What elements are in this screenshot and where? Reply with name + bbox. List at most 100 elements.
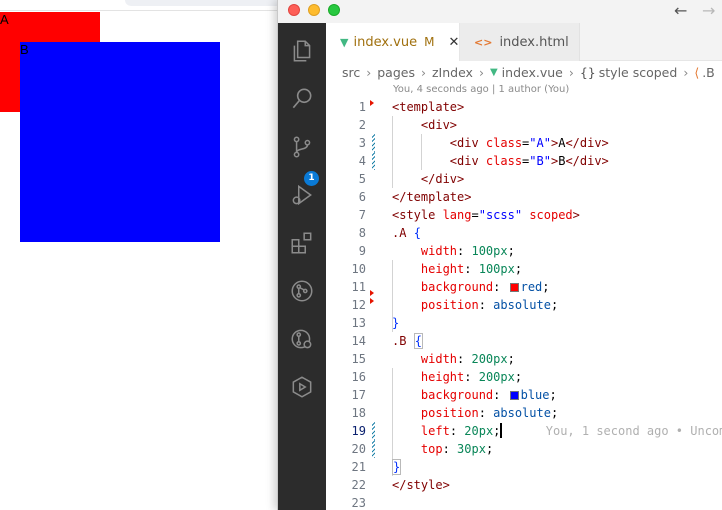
color-swatch[interactable]: [509, 283, 519, 292]
chevron-right-icon: ›: [683, 64, 689, 80]
line-number: 11: [351, 280, 366, 294]
modified-lines-marker[interactable]: [372, 440, 375, 458]
title-bar: ← →: [278, 0, 722, 23]
code-line[interactable]: 2 <div>: [326, 116, 722, 134]
source-control-icon[interactable]: [288, 133, 316, 161]
code-token: position: [420, 298, 479, 312]
code-line[interactable]: 18 position: absolute;: [326, 404, 722, 422]
code-text: </style>: [392, 476, 450, 494]
line-number: 3: [358, 136, 366, 150]
line-number: 5: [358, 172, 366, 186]
code-line[interactable]: 10 height: 100px;: [326, 260, 722, 278]
code-token: ;: [507, 352, 515, 366]
color-swatch[interactable]: [509, 391, 519, 400]
tab-index-vue[interactable]: ▼ index.vue M ✕: [326, 23, 460, 61]
extensions-icon[interactable]: [288, 229, 316, 257]
code-token: ;: [514, 370, 523, 384]
deleted-lines-marker[interactable]: [370, 298, 374, 304]
code-line[interactable]: 11 background: red;: [326, 278, 722, 296]
files-icon[interactable]: [288, 37, 316, 65]
code-line[interactable]: 20 top: 30px;: [326, 440, 722, 458]
code-token: width: [420, 244, 458, 258]
code-token: {: [413, 226, 421, 240]
close-icon[interactable]: ✕: [448, 35, 459, 50]
modified-lines-marker[interactable]: [372, 422, 375, 440]
code-text: height: 200px;: [392, 368, 522, 386]
code-line[interactable]: 1 <template>: [326, 98, 722, 116]
code-line[interactable]: 14 .B {: [326, 332, 722, 350]
code-token: :: [493, 280, 508, 294]
code-token: :: [457, 352, 472, 366]
code-text: .B {: [392, 332, 423, 350]
line-number: 4: [358, 154, 366, 168]
code-token: <div: [449, 154, 486, 168]
code-line[interactable]: 5 </div>: [326, 170, 722, 188]
window-maximize-button[interactable]: [328, 4, 340, 16]
code-token: :: [464, 370, 479, 384]
run-debug-icon[interactable]: [288, 181, 316, 209]
code-line[interactable]: 21}: [326, 458, 722, 476]
editor-tabs: ▼ index.vue M ✕ <> index.html: [326, 23, 722, 61]
modified-lines-marker[interactable]: [372, 152, 375, 170]
code-line[interactable]: 16 height: 200px;: [326, 368, 722, 386]
code-text: top: 30px;: [392, 440, 493, 458]
code-line[interactable]: 23: [326, 494, 722, 510]
code-line[interactable]: 7 <style lang="scss" scoped>: [326, 206, 722, 224]
code-text: background: red;: [392, 278, 550, 296]
code-line[interactable]: 6 </template>: [326, 188, 722, 206]
code-line[interactable]: 4 <div class="B">B</div>: [326, 152, 722, 170]
code-line[interactable]: 3 <div class="A">A</div>: [326, 134, 722, 152]
code-token: ;: [507, 244, 515, 258]
breadcrumb-zindex[interactable]: zIndex: [432, 65, 473, 80]
deleted-lines-marker[interactable]: [370, 100, 374, 106]
back-arrow-icon[interactable]: ←: [674, 1, 687, 21]
code-text: left: 20px; You, 1 second ago • Uncom: [392, 422, 722, 440]
modified-lines-marker[interactable]: [372, 134, 375, 152]
breadcrumb-style[interactable]: style scoped: [599, 65, 678, 80]
line-number: 9: [358, 244, 366, 258]
code-text: width: 200px;: [392, 350, 515, 368]
breadcrumb-file[interactable]: index.vue: [502, 65, 563, 80]
code-token: .B: [392, 334, 407, 348]
selector-icon: ⟨: [694, 64, 700, 80]
code-text: </div>: [392, 170, 464, 188]
gitlens-icon[interactable]: [288, 325, 316, 353]
codelens-blame[interactable]: You, 4 seconds ago | 1 author (You): [393, 84, 569, 95]
breadcrumb-selector[interactable]: .B: [702, 65, 715, 80]
code-token: </div>: [420, 172, 465, 186]
code-token: 200px: [471, 352, 508, 366]
code-line[interactable]: 13}: [326, 314, 722, 332]
git-graph-icon[interactable]: [288, 277, 316, 305]
code-editor[interactable]: 1 <template> 2 <div> 3 <div class="A">A</di…: [326, 98, 722, 510]
code-text: width: 100px;: [392, 242, 515, 260]
code-text: </template>: [392, 188, 471, 206]
code-line[interactable]: 17 background: blue;: [326, 386, 722, 404]
code-token: =: [471, 208, 479, 222]
html-icon: <>: [474, 35, 493, 49]
code-line[interactable]: 9 width: 100px;: [326, 242, 722, 260]
code-line[interactable]: 8 .A {: [326, 224, 722, 242]
code-token: left: [420, 424, 450, 438]
code-line[interactable]: 15 width: 200px;: [326, 350, 722, 368]
code-line[interactable]: 12 position: absolute;: [326, 296, 722, 314]
search-icon[interactable]: [288, 85, 316, 113]
code-token: "B": [529, 154, 551, 168]
inline-blame: You, 1 second ago • Uncom: [502, 424, 722, 438]
breadcrumb: src › pages › zIndex › ▼ index.vue › {} …: [326, 61, 722, 83]
box-b-label: B: [20, 42, 29, 57]
tab-index-html[interactable]: <> index.html: [460, 23, 580, 61]
window-minimize-button[interactable]: [308, 4, 320, 16]
code-text: <div>: [392, 116, 457, 134]
remote-icon[interactable]: [288, 373, 316, 401]
breadcrumb-src[interactable]: src: [342, 65, 360, 80]
window-close-button[interactable]: [288, 4, 300, 16]
code-token: 200px: [478, 370, 515, 384]
code-token: <style: [392, 208, 443, 222]
forward-arrow-icon[interactable]: →: [702, 1, 715, 21]
code-line[interactable]: 22 </style>: [326, 476, 722, 494]
breadcrumb-pages[interactable]: pages: [377, 65, 415, 80]
code-line[interactable]: 19 left: 20px; You, 1 second ago • Uncom: [326, 422, 722, 440]
